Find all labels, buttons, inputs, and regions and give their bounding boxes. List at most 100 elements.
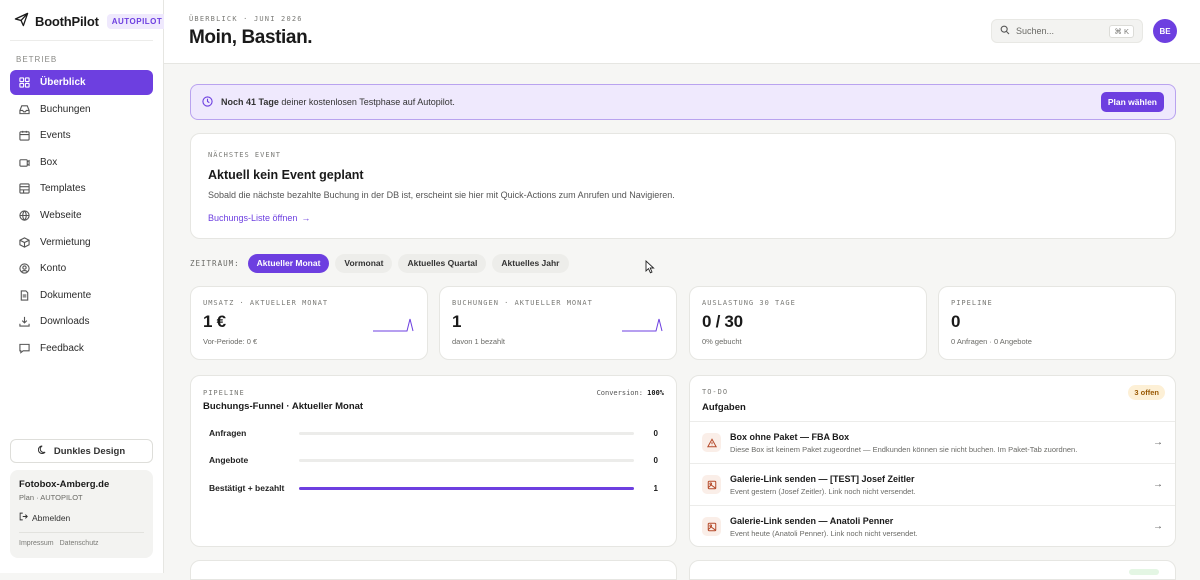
conversion-value: 100%: [647, 389, 664, 397]
arrow-right-icon: →: [1153, 521, 1163, 532]
task-item[interactable]: Galerie-Link senden — Anatoli Penner Eve…: [690, 505, 1175, 547]
task-title: Box ohne Paket — FBA Box: [730, 431, 850, 442]
arrow-right-icon: →: [1153, 479, 1163, 490]
dark-mode-label: Dunkles Design: [53, 445, 126, 457]
search-input[interactable]: Suchen... ⌘ K: [991, 19, 1143, 43]
booking-list-link[interactable]: Buchungs-Liste öffnen →: [208, 213, 310, 223]
choose-plan-button[interactable]: Plan wählen: [1100, 92, 1164, 112]
sidebar-item-vermietung[interactable]: Vermietung: [10, 230, 153, 255]
datenschutz-link[interactable]: Datenschutz: [60, 540, 99, 547]
funnel-row-count: 0: [653, 455, 658, 465]
sidebar-item-label: Überblick: [40, 77, 86, 88]
divider: [19, 532, 144, 533]
kpi-label: AUSLASTUNG 30 TAGE: [702, 299, 796, 307]
booking-list-link-label: Buchungs-Liste öffnen: [208, 213, 298, 223]
logout-button[interactable]: Abmelden: [19, 512, 144, 523]
sparkline: [622, 318, 663, 332]
sidebar-item-konto[interactable]: Konto: [10, 256, 153, 281]
period-filter: ZEITRAUM: Aktueller Monat Vormonat Aktue…: [190, 253, 569, 273]
warning-icon: [702, 433, 721, 452]
funnel-bar-track: [299, 431, 634, 435]
top-header: ÜBERBLICK · JUNI 2026 Moin, Bastian. Suc…: [164, 0, 1200, 64]
funnel-title: Buchungs-Funnel · Aktueller Monat: [203, 401, 364, 412]
kpi-subtext: 0% gebucht: [702, 337, 742, 346]
dark-mode-button[interactable]: Dunkles Design: [10, 439, 153, 463]
funnel-bar-track: [299, 458, 634, 462]
task-title: Galerie-Link senden — [TEST] Josef Zeitl…: [730, 473, 915, 484]
status-badge: [1129, 569, 1159, 575]
conversion-rate: Conversion: 100%: [597, 389, 664, 397]
kpi-card-revenue[interactable]: UMSATZ · AKTUELLER MONAT 1 € Vor-Periode…: [190, 286, 428, 360]
page-title: Moin, Bastian.: [189, 27, 313, 48]
funnel-row-label: Angebote: [209, 455, 249, 465]
sidebar-item-feedback[interactable]: Feedback: [10, 336, 153, 361]
task-description: Event heute (Anatoli Penner). Link noch …: [730, 528, 918, 538]
moon-icon: [37, 444, 48, 458]
brand[interactable]: BoothPilot AUTOPILOT: [14, 12, 168, 30]
nav-section-label: BETRIEB: [16, 55, 58, 64]
user-circle-icon: [18, 263, 30, 275]
period-option-previous-month[interactable]: Vormonat: [335, 253, 393, 273]
account-card: Fotobox-Amberg.de Plan · AUTOPILOT Abmel…: [10, 470, 153, 558]
account-plan: Plan · AUTOPILOT: [19, 493, 83, 502]
conversion-label: Conversion:: [596, 389, 643, 397]
kpi-subtext: Vor-Periode: 0 €: [203, 337, 258, 346]
period-option-current-year[interactable]: Aktuelles Jahr: [492, 253, 569, 273]
sidebar-item-ueberblick[interactable]: Überblick: [10, 70, 153, 95]
trial-days: Noch 41 Tage: [221, 97, 279, 107]
calendar-icon: [18, 130, 30, 142]
impressum-link[interactable]: Impressum: [19, 540, 54, 547]
download-icon: [18, 316, 30, 328]
task-item[interactable]: Galerie-Link senden — [TEST] Josef Zeitl…: [690, 463, 1175, 505]
open-tasks-badge: 3 offen: [1128, 385, 1165, 400]
breadcrumb: ÜBERBLICK · JUNI 2026: [189, 15, 303, 23]
image-icon: [702, 475, 721, 494]
funnel-row-confirmed: Bestätigt + bezahlt 1: [209, 482, 658, 494]
sidebar-item-dokumente[interactable]: Dokumente: [10, 283, 153, 308]
kpi-value: 0 / 30: [702, 312, 743, 331]
sidebar-item-label: Vermietung: [40, 236, 91, 248]
sidebar-item-webseite[interactable]: Webseite: [10, 203, 153, 228]
sidebar-item-events[interactable]: Events: [10, 123, 153, 148]
kpi-label: PIPELINE: [951, 299, 993, 307]
sidebar-item-buchungen[interactable]: Buchungen: [10, 97, 153, 122]
period-option-current-quarter[interactable]: Aktuelles Quartal: [398, 253, 487, 273]
task-item[interactable]: Box ohne Paket — FBA Box Diese Box ist k…: [690, 421, 1175, 463]
funnel-row-requests: Anfragen 0: [209, 427, 658, 439]
inbox-icon: [18, 103, 30, 115]
document-icon: [18, 289, 30, 301]
avatar[interactable]: BE: [1153, 19, 1177, 43]
task-description: Diese Box ist keinem Paket zugeordnet — …: [730, 444, 1078, 454]
next-event-title: Aktuell kein Event geplant: [208, 168, 364, 182]
kpi-label: BUCHUNGEN · AKTUELLER MONAT: [452, 299, 593, 307]
period-label: ZEITRAUM:: [190, 258, 240, 268]
period-option-current-month[interactable]: Aktueller Monat: [247, 253, 330, 273]
sidebar-item-label: Feedback: [40, 342, 84, 354]
kpi-label: UMSATZ · AKTUELLER MONAT: [203, 299, 329, 307]
search-placeholder: Suchen...: [1016, 26, 1055, 36]
next-event-card: NÄCHSTES EVENT Aktuell kein Event geplan…: [190, 133, 1176, 239]
next-event-eyebrow: NÄCHSTES EVENT: [208, 151, 282, 159]
brand-name: BoothPilot: [35, 13, 99, 29]
next-card-partial: [689, 560, 1176, 580]
mouse-cursor-icon: [645, 260, 655, 274]
kpi-card-pipeline[interactable]: PIPELINE 0 0 Anfragen · 0 Angebote: [938, 286, 1176, 360]
funnel-row-offers: Angebote 0: [209, 454, 658, 466]
funnel-bar-track: [299, 486, 634, 490]
arrow-right-icon: →: [1153, 437, 1163, 448]
search-shortcut: ⌘ K: [1109, 24, 1134, 38]
tasks-card: TO-DO Aufgaben 3 offen Box ohne Paket — …: [689, 375, 1176, 547]
search-icon: [1000, 24, 1010, 38]
kpi-card-utilization[interactable]: AUSLASTUNG 30 TAGE 0 / 30 0% gebucht: [689, 286, 927, 360]
divider: [10, 40, 153, 41]
sidebar-item-box[interactable]: Box: [10, 150, 153, 175]
sidebar-item-label: Konto: [40, 263, 67, 275]
kpi-card-bookings[interactable]: BUCHUNGEN · AKTUELLER MONAT 1 davon 1 be…: [439, 286, 677, 360]
camera-icon: [18, 156, 30, 168]
task-description: Event gestern (Josef Zeitler). Link noch…: [730, 486, 916, 496]
sidebar-item-label: Box: [40, 156, 58, 168]
chat-icon: [18, 342, 30, 354]
trial-text: Noch 41 Tage deiner kostenlosen Testphas…: [221, 97, 455, 107]
sidebar-item-templates[interactable]: Templates: [10, 176, 153, 201]
sidebar-item-downloads[interactable]: Downloads: [10, 309, 153, 334]
